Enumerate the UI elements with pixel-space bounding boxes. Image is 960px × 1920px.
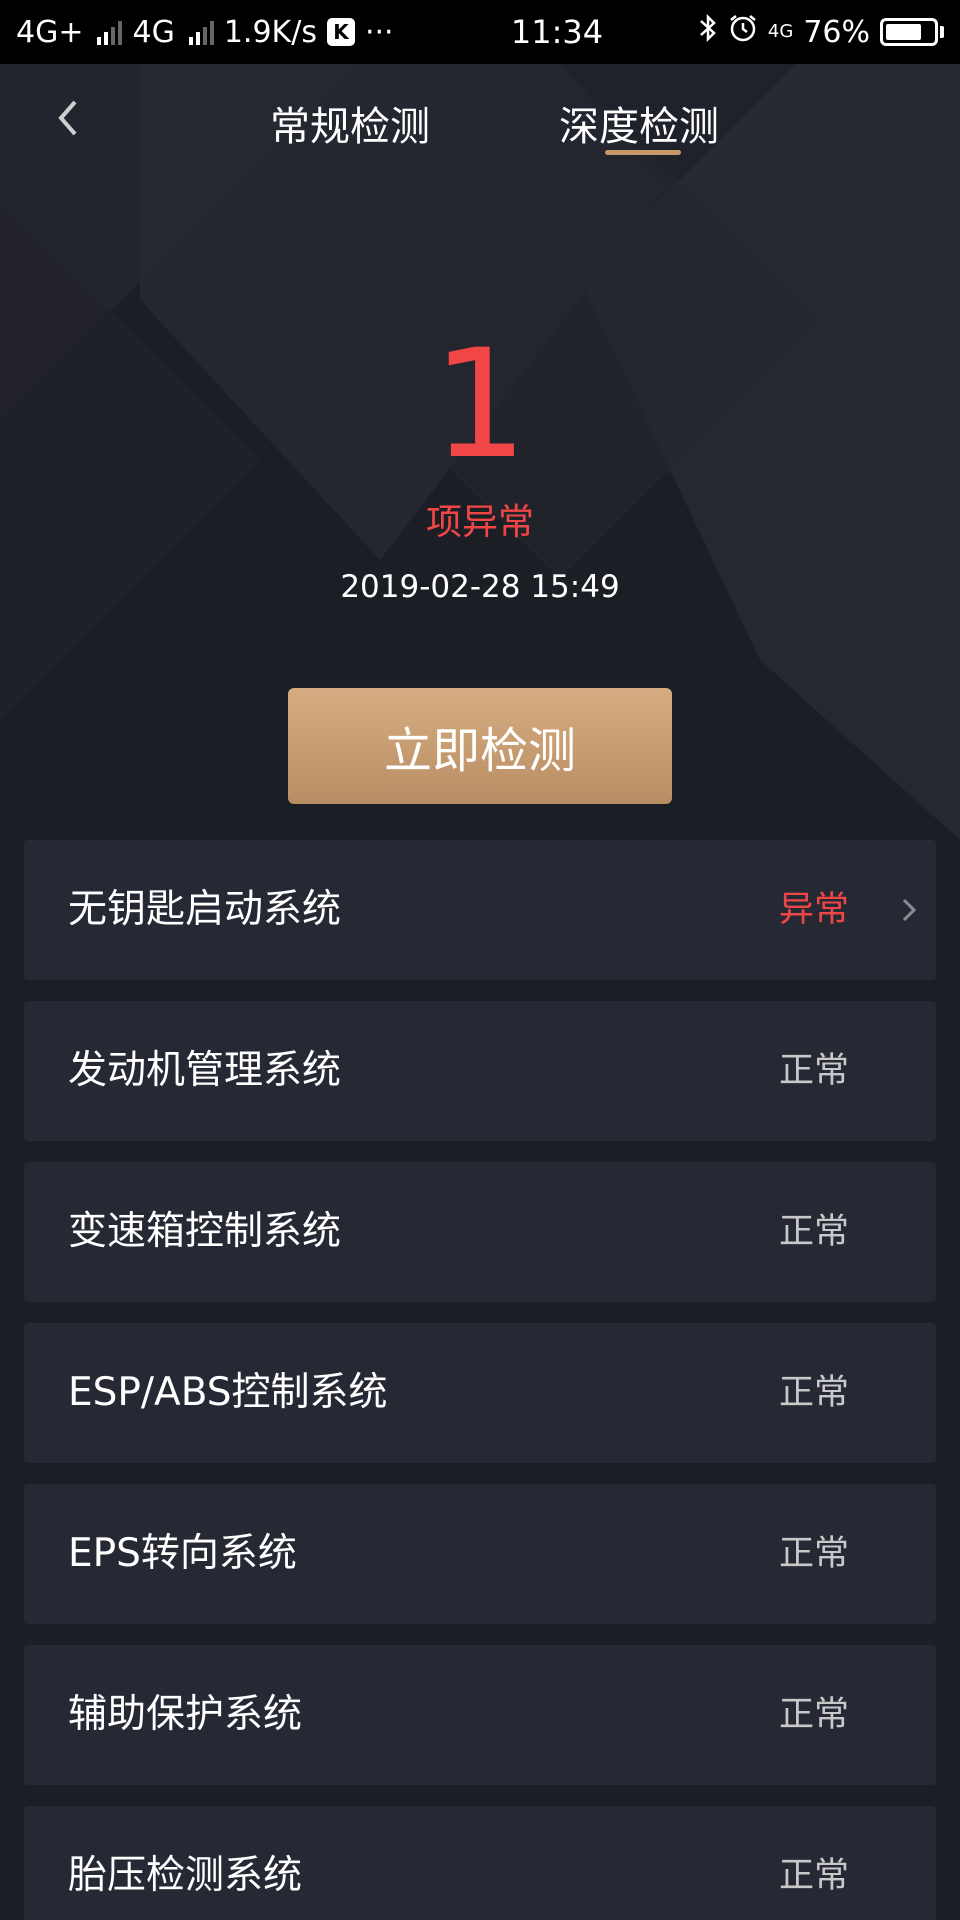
list-item[interactable]: 无钥匙启动系统 异常 (24, 840, 936, 980)
system-name: 无钥匙启动系统 (68, 887, 342, 932)
bluetooth-icon (698, 13, 718, 51)
battery-icon (880, 18, 944, 46)
signal-strength-icon-2 (188, 19, 214, 45)
status-bar-left: 4G+ 4G 1.9K/s K ··· (16, 15, 416, 50)
tab-deep-check[interactable]: 深度检测 (559, 94, 719, 154)
signal-strength-icon-1 (97, 19, 123, 45)
tab-routine-check[interactable]: 常规检测 (270, 94, 430, 154)
system-status: 异常 (779, 890, 850, 930)
status-bar-right: 4G 76% (698, 13, 944, 51)
system-name: 胎压检测系统 (68, 1853, 303, 1898)
abnormal-count: 1 (432, 318, 528, 492)
list-item[interactable]: 变速箱控制系统 正常 (24, 1162, 936, 1302)
system-status: 正常 (779, 1373, 850, 1413)
system-list: 无钥匙启动系统 异常 发动机管理系统 正常 变速箱控制系统 正常 ESP/ABS… (24, 840, 936, 1920)
battery-percent: 76% (803, 14, 870, 50)
list-item[interactable]: 发动机管理系统 正常 (24, 1001, 936, 1141)
clock: 11:34 (510, 13, 604, 51)
data-type-indicator: 4G (768, 23, 793, 41)
network-type-1: 4G+ (16, 14, 84, 50)
app-notification-icon: K (326, 18, 355, 46)
list-item[interactable]: 胎压检测系统 正常 (24, 1806, 936, 1920)
abnormal-count-label: 项异常 (425, 502, 534, 543)
system-status: 正常 (779, 1212, 850, 1252)
list-item[interactable]: 辅助保护系统 正常 (24, 1645, 936, 1785)
active-tab-indicator (605, 150, 681, 155)
status-bar: 4G+ 4G 1.9K/s K ··· 11:34 4G 76% (0, 0, 960, 64)
chevron-left-icon (58, 100, 77, 136)
system-name: ESP/ABS控制系统 (68, 1370, 388, 1415)
chevron-right-icon (902, 898, 917, 922)
list-item[interactable]: ESP/ABS控制系统 正常 (24, 1323, 936, 1463)
system-status: 正常 (779, 1856, 850, 1896)
check-timestamp: 2019-02-28 15:49 (340, 569, 620, 605)
header: 常规检测 深度检测 (0, 64, 960, 164)
network-speed: 1.9K/s (223, 14, 317, 50)
system-name: 变速箱控制系统 (68, 1209, 342, 1254)
system-status: 正常 (779, 1534, 850, 1574)
data-type-label: 4G (767, 21, 794, 42)
system-name: 发动机管理系统 (68, 1048, 342, 1093)
system-status: 正常 (779, 1695, 850, 1735)
back-button[interactable] (44, 94, 92, 142)
detect-now-button[interactable]: 立即检测 (288, 688, 672, 804)
list-item[interactable]: EPS转向系统 正常 (24, 1484, 936, 1624)
network-type-2: 4G (132, 14, 175, 50)
system-name: EPS转向系统 (68, 1531, 297, 1576)
alarm-icon (728, 13, 758, 51)
system-status: 正常 (779, 1051, 850, 1091)
more-notifications-icon: ··· (364, 14, 394, 50)
system-name: 辅助保护系统 (68, 1692, 303, 1737)
